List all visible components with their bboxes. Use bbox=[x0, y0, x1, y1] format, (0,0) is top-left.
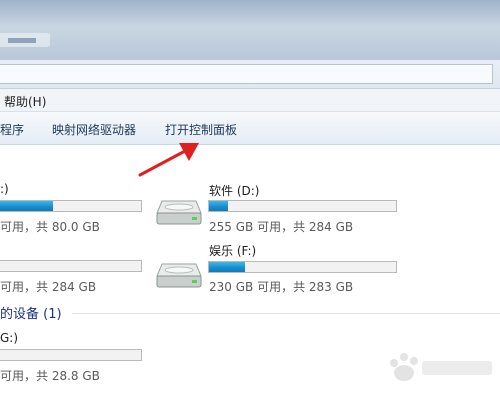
hard-drive-icon[interactable] bbox=[156, 193, 202, 227]
drive-f-label[interactable]: 娱乐 (F:) bbox=[209, 242, 256, 259]
drive-d-usage-bar bbox=[208, 200, 397, 212]
drive-e-usage-bar bbox=[0, 260, 142, 272]
drive-f-usage-bar bbox=[208, 261, 397, 273]
menu-bar: 帮助(H) bbox=[0, 89, 500, 112]
drive-d-free-space: 255 GB 可用，共 284 GB bbox=[209, 220, 354, 234]
drive-d-label[interactable]: 软件 (D:) bbox=[209, 182, 259, 199]
baidu-watermark-logo bbox=[390, 353, 492, 381]
drive-g-free-space: 可用，共 28.8 GB bbox=[0, 369, 100, 383]
toolbar-programs-button[interactable]: 程序 bbox=[0, 121, 24, 138]
removable-devices-group-header[interactable]: 的设备 (1) bbox=[0, 303, 62, 322]
drive-c-usage-bar bbox=[0, 200, 142, 212]
drive-d-usage-fill bbox=[209, 201, 228, 211]
drive-f-free-space: 230 GB 可用，共 283 GB bbox=[209, 280, 354, 294]
command-toolbar: 程序 映射网络驱动器 打开控制面板 bbox=[0, 112, 500, 145]
address-bar bbox=[0, 60, 500, 89]
drive-g-usage-bar bbox=[0, 349, 142, 361]
group-divider bbox=[72, 313, 500, 314]
red-arrow-annotation bbox=[138, 143, 199, 177]
hard-drive-icon[interactable] bbox=[156, 256, 202, 290]
drive-c-free-space: 可用，共 80.0 GB bbox=[0, 220, 100, 234]
drive-c-usage-fill bbox=[0, 201, 53, 211]
toolbar-map-network-drive-button[interactable]: 映射网络驱动器 bbox=[52, 121, 136, 138]
drive-f-usage-fill bbox=[209, 262, 245, 272]
drive-g-label[interactable]: G:) bbox=[0, 331, 18, 345]
menu-help[interactable]: 帮助(H) bbox=[4, 93, 46, 110]
drive-c-label[interactable]: :) bbox=[0, 182, 9, 196]
window-tab[interactable] bbox=[0, 33, 50, 47]
drive-e-free-space: 可用，共 284 GB bbox=[0, 280, 97, 294]
address-field[interactable] bbox=[0, 64, 493, 84]
title-bar bbox=[0, 0, 500, 60]
